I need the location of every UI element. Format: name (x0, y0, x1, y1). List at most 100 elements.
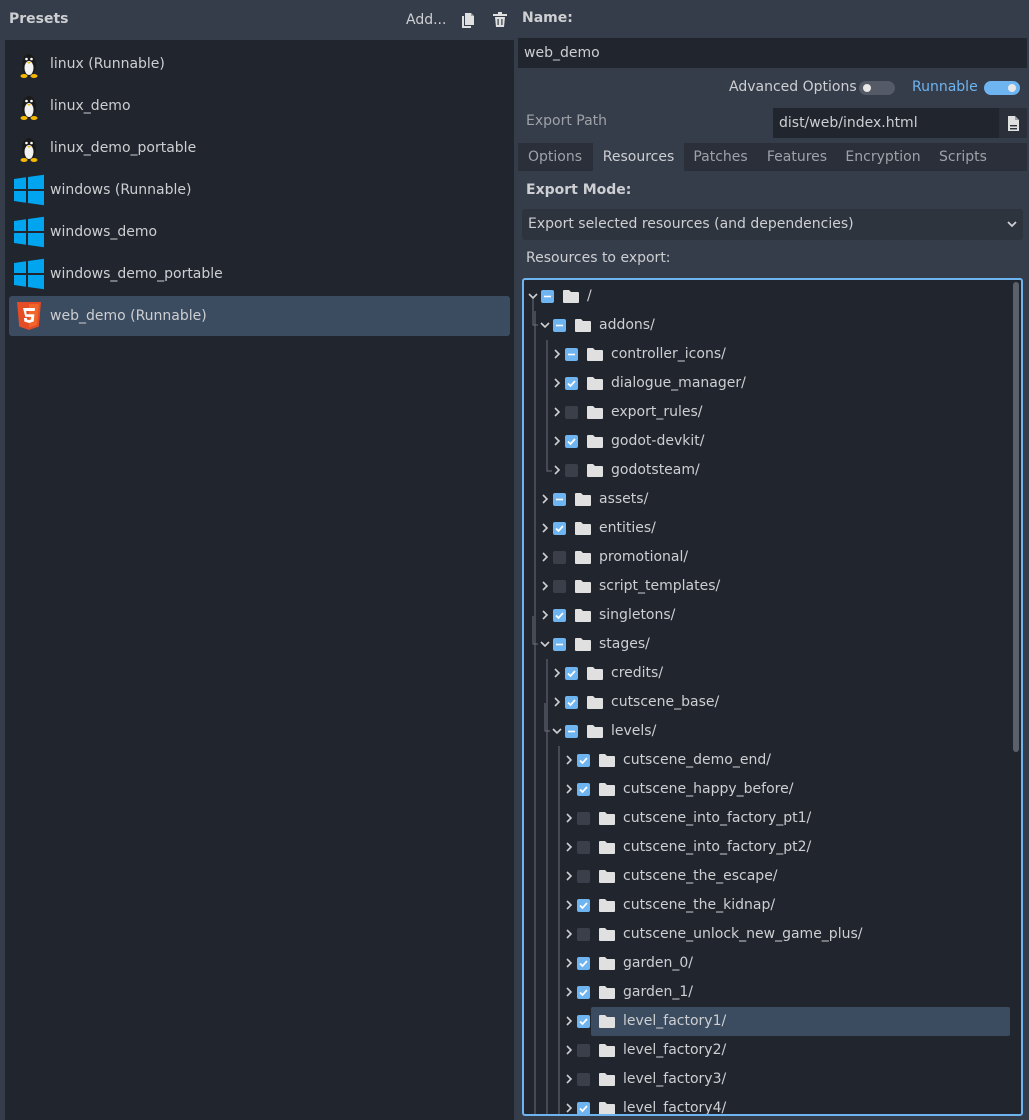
chevron-right-icon[interactable] (563, 928, 575, 940)
export-checkbox[interactable] (553, 609, 566, 622)
duplicate-icon[interactable] (458, 10, 478, 30)
tree-row[interactable]: level_factory4/ (524, 1094, 1010, 1114)
export-checkbox[interactable] (577, 928, 590, 941)
tree-row[interactable]: / (524, 282, 1010, 311)
preset-item[interactable]: linux_demo_portable (9, 128, 510, 168)
tree-row[interactable]: controller_icons/ (524, 340, 1010, 369)
chevron-right-icon[interactable] (551, 696, 563, 708)
tree-row[interactable]: promotional/ (524, 543, 1010, 572)
chevron-right-icon[interactable] (563, 1102, 575, 1114)
tree-row[interactable]: level_factory3/ (524, 1065, 1010, 1094)
export-checkbox[interactable] (577, 783, 590, 796)
tree-row[interactable]: cutscene_base/ (524, 688, 1010, 717)
export-checkbox[interactable] (577, 841, 590, 854)
tree-row[interactable]: level_factory1/ (566, 1007, 1010, 1036)
chevron-right-icon[interactable] (539, 522, 551, 534)
tab-resources[interactable]: Resources (593, 143, 684, 171)
chevron-right-icon[interactable] (539, 493, 551, 505)
tree-row[interactable]: cutscene_demo_end/ (524, 746, 1010, 775)
chevron-down-icon[interactable] (527, 290, 539, 302)
chevron-down-icon[interactable] (551, 725, 563, 737)
resources-tree[interactable]: / addons/controller_icons/dialogue_manage… (522, 278, 1023, 1116)
export-checkbox[interactable] (565, 377, 578, 390)
add-preset-button[interactable]: Add... (402, 8, 450, 32)
chevron-right-icon[interactable] (563, 812, 575, 824)
preset-name-input[interactable] (518, 38, 1027, 68)
tree-row[interactable]: entities/ (524, 514, 1010, 543)
chevron-down-icon[interactable] (539, 319, 551, 331)
tab-patches[interactable]: Patches (685, 143, 756, 171)
export-checkbox[interactable] (565, 725, 578, 738)
chevron-down-icon[interactable] (539, 638, 551, 650)
export-checkbox[interactable] (577, 870, 590, 883)
export-path-input[interactable] (773, 108, 999, 138)
browse-file-button[interactable] (999, 108, 1027, 138)
chevron-right-icon[interactable] (551, 435, 563, 447)
chevron-right-icon[interactable] (539, 609, 551, 621)
tree-row[interactable]: cutscene_happy_before/ (524, 775, 1010, 804)
chevron-right-icon[interactable] (539, 551, 551, 563)
chevron-right-icon[interactable] (563, 986, 575, 998)
export-checkbox[interactable] (541, 290, 554, 303)
tree-row[interactable]: levels/ (524, 717, 1010, 746)
preset-item[interactable]: web_demo (Runnable) (9, 296, 510, 336)
chevron-right-icon[interactable] (551, 377, 563, 389)
tree-row[interactable]: garden_0/ (524, 949, 1010, 978)
tree-row[interactable]: cutscene_the_escape/ (524, 862, 1010, 891)
preset-item[interactable]: linux (Runnable) (9, 44, 510, 84)
export-mode-select[interactable]: Export selected resources (and dependenc… (522, 209, 1023, 240)
tree-row[interactable]: godot-devkit/ (524, 427, 1010, 456)
chevron-right-icon[interactable] (563, 841, 575, 853)
export-checkbox[interactable] (577, 1073, 590, 1086)
export-checkbox[interactable] (553, 551, 566, 564)
runnable-toggle[interactable] (984, 81, 1020, 95)
tree-row[interactable]: cutscene_unlock_new_game_plus/ (524, 920, 1010, 949)
chevron-right-icon[interactable] (551, 406, 563, 418)
tab-scripts[interactable]: Scripts (930, 143, 996, 171)
chevron-right-icon[interactable] (563, 899, 575, 911)
export-checkbox[interactable] (553, 580, 566, 593)
export-checkbox[interactable] (577, 1044, 590, 1057)
scrollbar-thumb[interactable] (1013, 282, 1019, 752)
export-checkbox[interactable] (553, 493, 566, 506)
export-checkbox[interactable] (553, 319, 566, 332)
export-checkbox[interactable] (577, 1015, 590, 1028)
export-checkbox[interactable] (565, 435, 578, 448)
chevron-right-icon[interactable] (551, 348, 563, 360)
tree-row[interactable]: script_templates/ (524, 572, 1010, 601)
chevron-right-icon[interactable] (539, 580, 551, 592)
export-checkbox[interactable] (553, 638, 566, 651)
export-checkbox[interactable] (565, 696, 578, 709)
tree-row[interactable]: export_rules/ (524, 398, 1010, 427)
chevron-right-icon[interactable] (563, 754, 575, 766)
chevron-right-icon[interactable] (563, 957, 575, 969)
export-checkbox[interactable] (577, 957, 590, 970)
advanced-options-toggle[interactable] (859, 81, 895, 95)
export-checkbox[interactable] (565, 464, 578, 477)
export-checkbox[interactable] (565, 667, 578, 680)
preset-item[interactable]: windows_demo (9, 212, 510, 252)
export-checkbox[interactable] (577, 899, 590, 912)
tree-row[interactable]: dialogue_manager/ (524, 369, 1010, 398)
tree-row[interactable]: stages/ (524, 630, 1010, 659)
tree-row[interactable]: assets/ (524, 485, 1010, 514)
chevron-right-icon[interactable] (551, 464, 563, 476)
chevron-right-icon[interactable] (563, 1044, 575, 1056)
tab-options[interactable]: Options (518, 143, 592, 171)
preset-item[interactable]: windows (Runnable) (9, 170, 510, 210)
chevron-right-icon[interactable] (563, 870, 575, 882)
tree-row[interactable]: cutscene_into_factory_pt2/ (524, 833, 1010, 862)
tab-encryption[interactable]: Encryption (838, 143, 928, 171)
trash-icon[interactable] (490, 10, 510, 30)
export-checkbox[interactable] (565, 348, 578, 361)
tree-row[interactable]: garden_1/ (524, 978, 1010, 1007)
chevron-right-icon[interactable] (551, 667, 563, 679)
chevron-right-icon[interactable] (563, 783, 575, 795)
tree-row[interactable]: level_factory2/ (524, 1036, 1010, 1065)
chevron-right-icon[interactable] (563, 1073, 575, 1085)
preset-item[interactable]: linux_demo (9, 86, 510, 126)
tree-row[interactable]: credits/ (524, 659, 1010, 688)
export-checkbox[interactable] (577, 1102, 590, 1114)
tree-row[interactable]: singletons/ (524, 601, 1010, 630)
preset-item[interactable]: windows_demo_portable (9, 254, 510, 294)
